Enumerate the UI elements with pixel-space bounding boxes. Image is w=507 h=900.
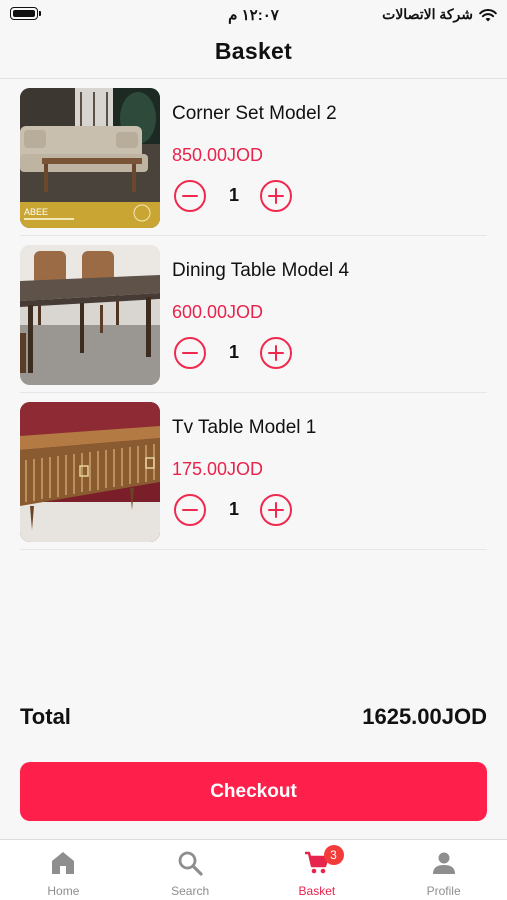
item-name: Tv Table Model 1	[172, 417, 317, 438]
profile-icon	[432, 852, 455, 874]
item-price: 600.00JOD	[172, 302, 264, 322]
item-price: 175.00JOD	[172, 459, 264, 479]
status-bar: ١٢:٠٧ م شركة الاتصالات	[0, 0, 507, 30]
tab-search[interactable]: Search	[127, 840, 254, 900]
basket-item: ABEE Corner Set Model 2 850.00JOD 1	[20, 79, 487, 236]
increase-quantity-button[interactable]	[260, 337, 292, 369]
status-carrier: شركة الاتصالات	[382, 6, 497, 23]
tab-profile[interactable]: Profile	[380, 840, 507, 900]
page-header: Basket	[0, 30, 507, 78]
carrier-name: شركة الاتصالات	[382, 6, 473, 22]
quantity-value: 1	[228, 185, 239, 205]
tab-label: Search	[171, 884, 210, 898]
tv-table-photo-icon	[20, 402, 160, 542]
product-image-dining-table[interactable]	[20, 245, 160, 385]
decrease-quantity-button[interactable]	[174, 180, 206, 212]
quantity-value: 1	[228, 342, 239, 362]
checkout-button[interactable]: Checkout	[20, 762, 487, 821]
basket-item: Tv Table Model 1 175.00JOD 1	[20, 393, 487, 550]
tab-basket[interactable]: 3 Basket	[254, 840, 381, 900]
page-title: Basket	[214, 38, 293, 64]
product-image-sofa[interactable]: ABEE	[20, 88, 160, 228]
tab-bar: Home Search 3 Basket Profile	[0, 839, 507, 900]
home-icon	[52, 852, 75, 874]
quantity-stepper: 1	[172, 336, 302, 370]
basket-item: Dining Table Model 4 600.00JOD 1	[20, 236, 487, 393]
product-image-tv-table[interactable]	[20, 402, 160, 542]
tab-label: Basket	[298, 884, 336, 898]
decrease-quantity-button[interactable]	[174, 494, 206, 526]
decrease-quantity-button[interactable]	[174, 337, 206, 369]
increase-quantity-button[interactable]	[260, 494, 292, 526]
basket-list: ABEE Corner Set Model 2 850.00JOD 1 Dini…	[20, 79, 487, 550]
order-total: Total 1625.00JOD	[20, 704, 487, 734]
item-name: Corner Set Model 2	[172, 103, 337, 124]
increase-quantity-button[interactable]	[260, 180, 292, 212]
item-price: 850.00JOD	[172, 145, 264, 165]
item-name: Dining Table Model 4	[172, 260, 350, 281]
thumb-brand-text: ABEE	[24, 207, 48, 217]
quantity-value: 1	[228, 499, 239, 519]
dining-table-photo-icon	[20, 245, 160, 385]
sofa-photo-icon: ABEE	[20, 88, 160, 228]
cart-count-badge: 3	[323, 845, 344, 865]
total-value: 1625.00JOD	[362, 704, 487, 729]
quantity-stepper: 1	[172, 179, 302, 213]
wifi-icon	[479, 8, 497, 21]
quantity-stepper: 1	[172, 493, 302, 527]
tab-label: Profile	[426, 884, 461, 898]
total-label: Total	[20, 704, 71, 729]
tab-home[interactable]: Home	[0, 840, 127, 900]
search-icon	[178, 851, 203, 876]
tab-label: Home	[47, 884, 80, 898]
